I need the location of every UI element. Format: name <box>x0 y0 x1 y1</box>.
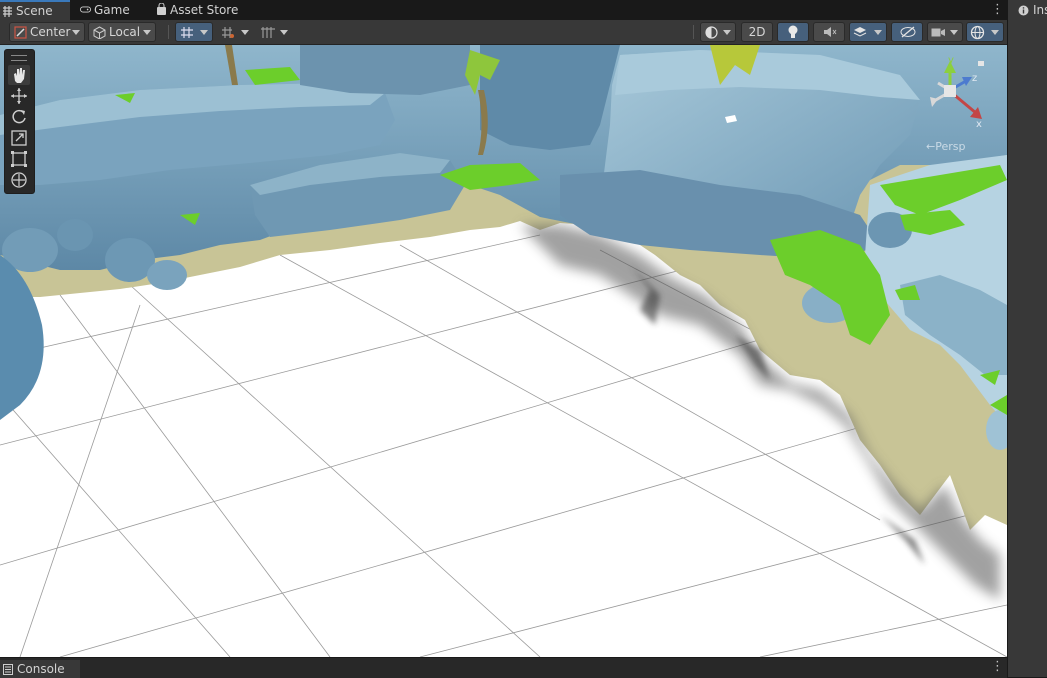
console-panel: Console ⋮ <box>0 657 1007 678</box>
grid-snap-toggle[interactable] <box>175 22 213 42</box>
layers-effects-icon <box>853 27 867 37</box>
rock-ledge-upper <box>300 45 470 95</box>
transform-tools-palette <box>4 49 35 194</box>
info-icon <box>1018 5 1029 16</box>
pivot-icon <box>14 26 27 39</box>
audio-muted-icon <box>824 27 837 37</box>
chevron-down-icon <box>950 30 958 35</box>
toolbar-divider <box>693 25 694 39</box>
tab-game[interactable]: Game <box>78 0 138 20</box>
2d-mode-toggle[interactable]: 2D <box>741 22 773 42</box>
2d-mode-label: 2D <box>748 25 766 39</box>
gizmos-dropdown[interactable] <box>966 22 1004 42</box>
scene-tab-bar: Scene Game Asset Store ⋮ <box>0 0 1007 20</box>
tab-game-label: Game <box>94 3 130 17</box>
scale-icon <box>11 130 27 146</box>
inspector-tab-title[interactable]: Ins <box>1033 3 1047 17</box>
toolbar-divider <box>168 25 169 39</box>
camera-icon <box>931 28 945 37</box>
rotate-icon <box>12 109 26 124</box>
scene-effects-dropdown[interactable] <box>849 22 887 42</box>
rect-transform-icon <box>11 151 27 167</box>
gizmo-globe-icon <box>970 25 985 40</box>
grid-visibility-toggle[interactable] <box>257 22 293 42</box>
light-bulb-icon <box>788 25 798 38</box>
tab-console-label: Console <box>17 662 65 676</box>
grid-visibility-icon <box>261 27 275 38</box>
tab-console[interactable]: Console <box>0 660 80 678</box>
hand-icon <box>14 68 25 83</box>
tab-asset-store[interactable]: Asset Store <box>154 0 244 20</box>
hidden-objects-toggle[interactable] <box>891 22 923 42</box>
rotate-tool-button[interactable] <box>8 107 30 127</box>
transform-tool-button[interactable] <box>8 170 30 190</box>
scene-menu-kebab-icon[interactable]: ⋮ <box>991 2 1004 18</box>
scene-viewport[interactable]: y z x <box>0 45 1007 657</box>
gizmo-x-label: x <box>976 119 982 127</box>
scene-grid-icon <box>3 6 12 17</box>
chevron-down-icon <box>723 30 731 35</box>
scene-toolbar: Center Local 2D <box>0 20 1007 45</box>
pivot-mode-dropdown[interactable]: Center <box>9 22 85 42</box>
boulder <box>57 219 93 251</box>
local-cube-icon <box>93 26 106 39</box>
chevron-down-icon <box>72 30 80 35</box>
console-menu-kebab-icon[interactable]: ⋮ <box>991 659 1004 675</box>
gizmo-z-label: z <box>972 73 977 84</box>
chevron-down-icon <box>280 30 288 35</box>
tab-scene-label: Scene <box>16 4 53 18</box>
draw-mode-dropdown[interactable] <box>700 22 736 42</box>
chevron-down-icon <box>241 30 249 35</box>
projection-toggle-label[interactable]: ←Persp <box>926 140 965 153</box>
inspector-panel: Ins <box>1007 0 1047 677</box>
tab-scene[interactable]: Scene <box>0 0 70 20</box>
space-mode-dropdown[interactable]: Local <box>88 22 156 42</box>
palette-grip-icon[interactable] <box>11 55 27 61</box>
pivot-mode-label: Center <box>30 25 71 39</box>
chevron-down-icon <box>200 30 208 35</box>
lock-icon <box>978 61 984 66</box>
snap-increment-icon <box>222 27 234 38</box>
increment-snap-toggle[interactable] <box>218 22 254 42</box>
console-list-icon <box>3 664 13 675</box>
chevron-down-icon <box>991 30 999 35</box>
eye-slash-icon <box>900 26 916 38</box>
grid-snap-icon <box>181 27 193 38</box>
scene-lighting-toggle[interactable] <box>777 22 809 42</box>
tab-asset-store-label: Asset Store <box>170 3 239 17</box>
move-tool-button[interactable] <box>8 86 30 106</box>
camera-settings-dropdown[interactable] <box>927 22 963 42</box>
chevron-down-icon <box>143 30 151 35</box>
scene-audio-toggle[interactable] <box>813 22 845 42</box>
move-arrows-icon <box>11 88 27 104</box>
chevron-down-icon <box>874 30 882 35</box>
space-mode-label: Local <box>109 25 141 39</box>
gizmo-y-label: y <box>948 55 954 66</box>
rect-tool-button[interactable] <box>8 149 30 169</box>
shaded-sphere-icon <box>705 26 718 39</box>
scene-render <box>0 45 1007 657</box>
hand-tool-button[interactable] <box>8 65 30 85</box>
transform-all-icon <box>11 172 27 188</box>
scale-tool-button[interactable] <box>8 128 30 148</box>
boulder <box>147 260 187 290</box>
orientation-gizmo[interactable]: y z x <box>918 55 994 127</box>
gamepad-icon <box>80 6 91 13</box>
shopping-bag-icon <box>157 3 166 15</box>
